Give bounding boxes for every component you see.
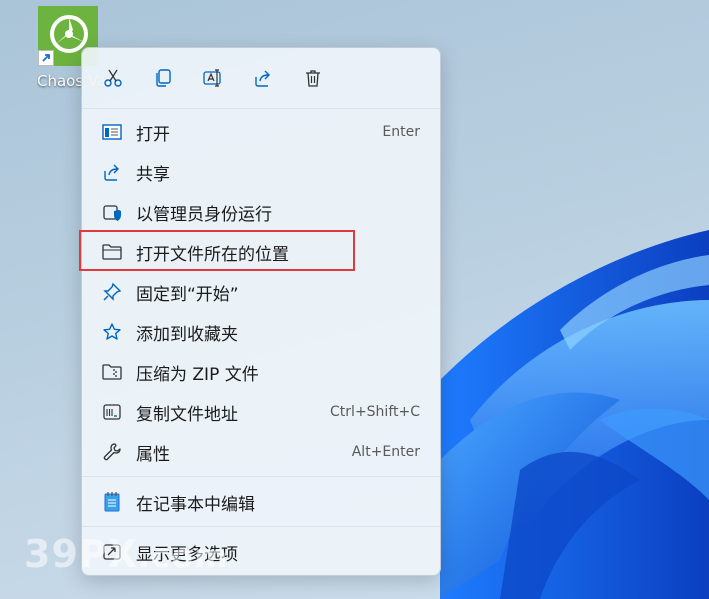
watermark-suffix: .com [138, 537, 229, 575]
rename-icon [203, 69, 221, 87]
shortcut-arrow-icon [38, 50, 54, 66]
delete-button[interactable] [296, 61, 330, 95]
menu-item-copy-path[interactable]: 复制文件地址 Ctrl+Shift+C [86, 393, 436, 431]
menu-item-label: 复制文件地址 [136, 404, 238, 425]
menu-item-compress-zip[interactable]: 压缩为 ZIP 文件 [86, 353, 436, 391]
share-icon [100, 160, 124, 184]
cut-button[interactable] [96, 61, 130, 95]
menu-item-label: 在记事本中编辑 [136, 494, 255, 515]
delete-icon [306, 70, 320, 87]
menu-separator [82, 476, 440, 477]
menu-item-label: 打开 [136, 124, 170, 145]
share-icon [255, 70, 270, 87]
menu-item-share[interactable]: 共享 [86, 153, 436, 191]
menu-toolbar [82, 48, 440, 109]
menu-item-label: 属性 [136, 444, 170, 465]
notepad-icon [100, 490, 124, 514]
menu-item-shortcut: Ctrl+Shift+C [330, 404, 420, 420]
highlight-annotation [79, 230, 355, 271]
menu-item-pin-to-start[interactable]: 固定到“开始” [86, 273, 436, 311]
copy-icon [156, 69, 171, 87]
menu-item-label: 以管理员身份运行 [136, 204, 272, 225]
rename-button[interactable] [196, 61, 230, 95]
menu-item-label: 压缩为 ZIP 文件 [136, 364, 259, 385]
watermark: 39PX.com [24, 532, 228, 576]
menu-item-properties[interactable]: 属性 Alt+Enter [86, 433, 436, 471]
menu-item-shortcut: Enter [382, 124, 420, 140]
share-button[interactable] [246, 61, 280, 95]
menu-item-edit-in-notepad[interactable]: 在记事本中编辑 [86, 483, 436, 521]
watermark-main: 39PX [24, 532, 139, 576]
cut-icon [104, 69, 122, 87]
admin-shield-icon [100, 200, 124, 224]
menu-item-label: 共享 [136, 164, 170, 185]
context-menu: 打开 Enter 共享 以管理员身份运行 打开文件所在的位置 固定到“开始” 添… [81, 47, 441, 576]
menu-item-shortcut: Alt+Enter [351, 444, 420, 460]
copy-button[interactable] [146, 61, 180, 95]
wrench-icon [100, 440, 124, 464]
open-icon [100, 120, 124, 144]
star-icon [100, 320, 124, 344]
menu-item-add-to-favorites[interactable]: 添加到收藏夹 [86, 313, 436, 351]
menu-separator [82, 526, 440, 527]
menu-item-open[interactable]: 打开 Enter [86, 113, 436, 151]
menu-item-run-as-admin[interactable]: 以管理员身份运行 [86, 193, 436, 231]
menu-item-label: 添加到收藏夹 [136, 324, 238, 345]
copy-path-icon [100, 400, 124, 424]
zip-icon [100, 360, 124, 384]
pin-icon [100, 280, 124, 304]
menu-item-label: 固定到“开始” [136, 284, 239, 305]
